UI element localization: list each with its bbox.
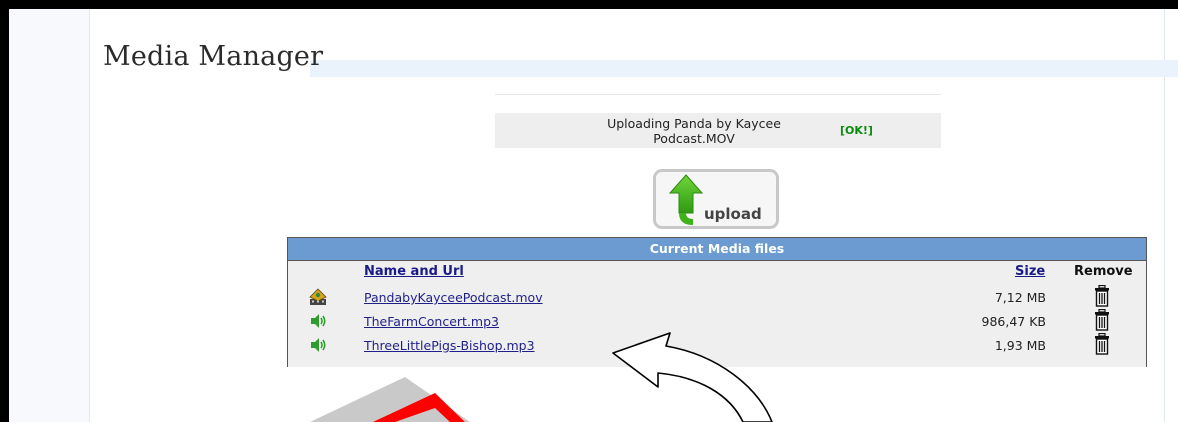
upload-button-label: upload bbox=[704, 205, 762, 223]
upload-status-bar: Uploading Panda by Kaycee Podcast.MOV [O… bbox=[495, 113, 941, 148]
media-file-size: 986,47 KB bbox=[981, 314, 1046, 329]
trash-icon[interactable] bbox=[1094, 285, 1110, 307]
audio-speaker-icon bbox=[311, 314, 326, 328]
trash-icon[interactable] bbox=[1094, 333, 1110, 355]
upload-status-message: Uploading Panda by Kaycee Podcast.MOV bbox=[607, 116, 781, 146]
column-header-name[interactable]: Name and Url bbox=[364, 264, 464, 279]
media-file-link[interactable]: ThreeLittlePigs-Bishop.mp3 bbox=[364, 338, 535, 353]
media-file-size: 1,93 MB bbox=[994, 338, 1046, 353]
column-header-size[interactable]: Size bbox=[1015, 264, 1045, 279]
media-panel-header: Current Media files bbox=[288, 238, 1146, 261]
video-file-icon bbox=[309, 288, 327, 305]
page-title: Media Manager bbox=[103, 41, 324, 72]
left-margin-panel bbox=[9, 9, 90, 422]
media-file-link[interactable]: PandabyKayceePodcast.mov bbox=[364, 290, 543, 305]
upload-ok-badge: [OK!] bbox=[840, 124, 873, 137]
green-up-arrow-icon bbox=[669, 174, 703, 225]
red-chevron-annotation bbox=[310, 377, 470, 422]
media-file-link[interactable]: TheFarmConcert.mp3 bbox=[364, 314, 499, 329]
trash-icon[interactable] bbox=[1094, 309, 1110, 331]
column-header-remove: Remove bbox=[1074, 264, 1133, 279]
screen-border-left bbox=[0, 0, 9, 422]
media-file-size: 7,12 MB bbox=[994, 290, 1046, 305]
curved-arrow-annotation bbox=[612, 332, 773, 422]
audio-speaker-icon bbox=[311, 338, 326, 352]
title-underline-band bbox=[310, 60, 1178, 77]
upload-divider bbox=[495, 94, 941, 95]
upload-button[interactable]: upload bbox=[653, 169, 779, 229]
screen-border-top bbox=[0, 0, 1178, 9]
table-row: PandabyKayceePodcast.mov 7,12 MB bbox=[288, 285, 1146, 309]
